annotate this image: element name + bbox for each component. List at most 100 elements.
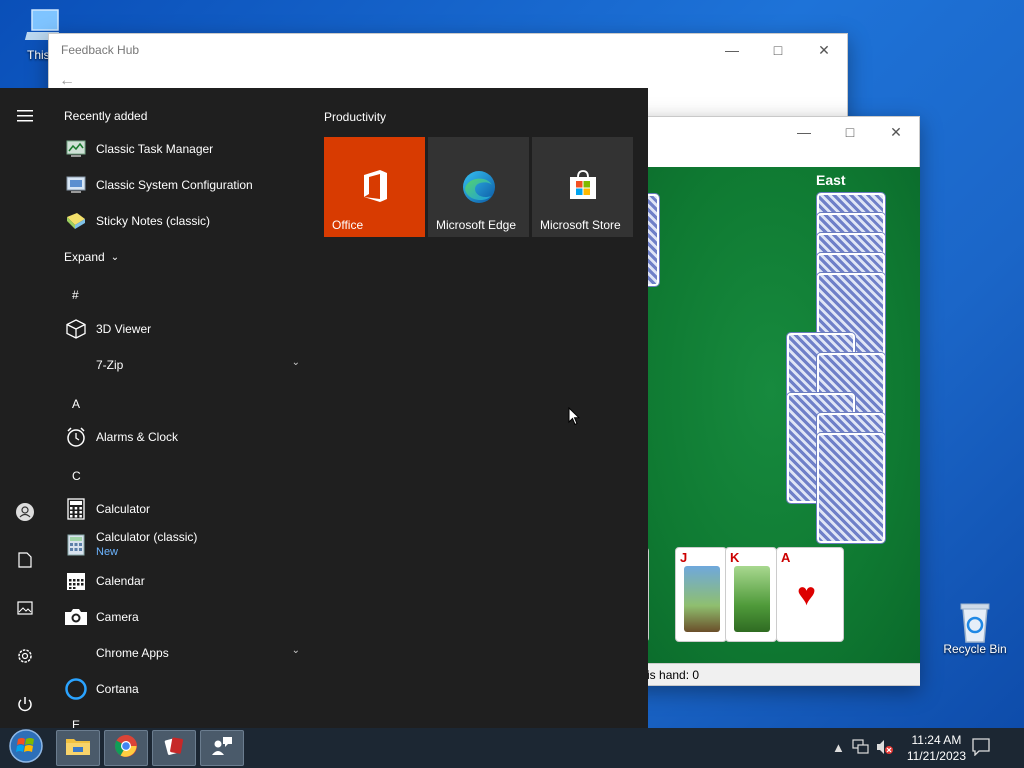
app-label: Chrome Apps: [96, 646, 169, 660]
hamburger-menu-icon[interactable]: [0, 96, 50, 136]
recycle-bin-label: Recycle Bin: [943, 642, 1007, 656]
chevron-down-icon: ⌄: [291, 645, 300, 656]
app-label: Calculator: [96, 502, 151, 516]
minimize-button[interactable]: —: [709, 34, 755, 66]
taskbar-chrome[interactable]: [104, 730, 148, 766]
tile-group-label[interactable]: Productivity: [324, 110, 386, 124]
office-icon: [360, 169, 390, 208]
edge-icon: [461, 169, 497, 210]
mouse-cursor-icon: [568, 406, 581, 431]
solitaire-cards-icon: [162, 734, 186, 763]
app-calendar[interactable]: Calendar: [64, 563, 304, 599]
windows-orb-icon: [8, 728, 44, 768]
maximize-button[interactable]: □: [755, 34, 801, 66]
app-camera[interactable]: Camera: [64, 599, 304, 635]
pictures-icon[interactable]: [0, 588, 50, 628]
taskbar-solitaire[interactable]: [152, 730, 196, 766]
chevron-down-icon: ⌄: [110, 251, 120, 263]
app-label: Cortana: [96, 682, 139, 696]
window-title: Feedback Hub: [61, 43, 140, 57]
taskbar-feedback-hub[interactable]: [200, 730, 244, 766]
app-classic-system-configuration[interactable]: Classic System Configuration: [64, 167, 304, 203]
system-config-icon: [64, 173, 88, 197]
tile-label: Office: [332, 218, 364, 232]
status-bar: n this hand: 0: [621, 663, 920, 685]
new-badge: New: [96, 546, 119, 558]
start-button[interactable]: [0, 728, 52, 768]
card-ace-hearts[interactable]: A ♥: [776, 547, 844, 642]
section-header-c[interactable]: C: [72, 469, 81, 483]
calendar-icon: [64, 569, 88, 593]
notifications-icon[interactable]: [972, 738, 990, 759]
app-label: Sticky Notes (classic): [96, 214, 211, 228]
app-label: Calendar: [96, 574, 145, 588]
expand-label: Expand: [64, 250, 105, 264]
app-alarms-clock[interactable]: Alarms & Clock: [64, 419, 304, 455]
user-account-icon[interactable]: [0, 492, 50, 532]
game-table[interactable]: East ♥ J K A ♥: [621, 167, 920, 663]
app-cortana[interactable]: Cortana: [64, 671, 304, 707]
cortana-icon: [64, 677, 88, 701]
app-label: 7-Zip: [96, 358, 124, 372]
calculator-icon: [64, 497, 88, 521]
power-icon[interactable]: [0, 684, 50, 724]
camera-icon: [64, 605, 88, 629]
settings-gear-icon[interactable]: [0, 636, 50, 676]
close-button[interactable]: ✕: [801, 34, 847, 66]
app-label: Camera: [96, 610, 139, 624]
taskbar-clock[interactable]: 11:24 AM 11/21/2023: [907, 732, 966, 764]
calculator-classic-icon: [64, 533, 88, 557]
recycle-bin-desktop-icon[interactable]: Recycle Bin: [935, 600, 1015, 656]
store-icon: [567, 169, 599, 206]
app-label: Alarms & Clock: [96, 430, 179, 444]
card-back[interactable]: [817, 433, 885, 543]
tile-microsoft-edge[interactable]: Microsoft Edge: [428, 137, 529, 237]
feedback-hub-icon: [210, 734, 234, 763]
tile-office[interactable]: Office: [324, 137, 425, 237]
chevron-down-icon: ⌄: [291, 357, 300, 368]
clock-time: 11:24 AM: [911, 733, 962, 747]
app-label: Classic System Configuration: [96, 178, 253, 192]
minimize-button[interactable]: —: [781, 116, 827, 148]
app-chrome-apps-folder[interactable]: Chrome Apps ⌄: [64, 635, 304, 671]
taskbar: ▲ 11:24 AM 11/21/2023: [0, 728, 1024, 768]
section-header-a[interactable]: A: [72, 397, 80, 411]
app-list[interactable]: Recently added Classic Task Manager Clas…: [50, 88, 310, 730]
app-label: Classic Task Manager: [96, 142, 214, 156]
start-menu[interactable]: Recently added Classic Task Manager Clas…: [0, 88, 648, 730]
app-classic-task-manager[interactable]: Classic Task Manager: [64, 131, 304, 167]
alarm-clock-icon: [64, 425, 88, 449]
app-calculator[interactable]: Calculator: [64, 491, 304, 527]
task-manager-icon: [64, 137, 88, 161]
maximize-button[interactable]: □: [827, 116, 873, 148]
app-label: Calculator (classic): [96, 530, 198, 544]
sticky-notes-icon: [64, 209, 88, 233]
tile-label: Microsoft Store: [540, 218, 621, 232]
section-header-hash[interactable]: #: [72, 288, 79, 302]
recycle-bin-icon: [955, 600, 995, 643]
card-art: [684, 566, 720, 632]
expand-button[interactable]: Expand ⌄: [64, 239, 144, 275]
solitaire-window[interactable]: — □ ✕ East ♥ J K A ♥ n: [620, 116, 920, 686]
feedback-hub-titlebar[interactable]: Feedback Hub — □ ✕: [49, 34, 847, 66]
card-jack-hearts[interactable]: J: [675, 547, 727, 642]
volume-muted-icon[interactable]: [876, 739, 894, 758]
app-calculator-classic[interactable]: Calculator (classic) New: [64, 527, 304, 563]
solitaire-titlebar[interactable]: — □ ✕: [621, 117, 919, 147]
close-button[interactable]: ✕: [873, 116, 919, 148]
player-label: East: [816, 172, 846, 188]
card-art: [734, 566, 770, 632]
folder-icon: [64, 641, 88, 665]
app-3d-viewer[interactable]: 3D Viewer: [64, 311, 304, 347]
app-7-zip-folder[interactable]: 7-Zip ⌄: [64, 347, 304, 383]
app-label: 3D Viewer: [96, 322, 152, 336]
network-icon[interactable]: [852, 739, 870, 758]
documents-icon[interactable]: [0, 540, 50, 580]
card-king-hearts[interactable]: K: [725, 547, 777, 642]
show-hidden-icons-chevron-icon[interactable]: ▲: [832, 740, 845, 755]
tile-microsoft-store[interactable]: Microsoft Store: [532, 137, 633, 237]
recently-added-header: Recently added: [64, 109, 148, 123]
taskbar-file-explorer[interactable]: [56, 730, 100, 766]
app-sticky-notes-classic[interactable]: Sticky Notes (classic): [64, 203, 304, 239]
heart-icon: ♥: [797, 576, 816, 612]
